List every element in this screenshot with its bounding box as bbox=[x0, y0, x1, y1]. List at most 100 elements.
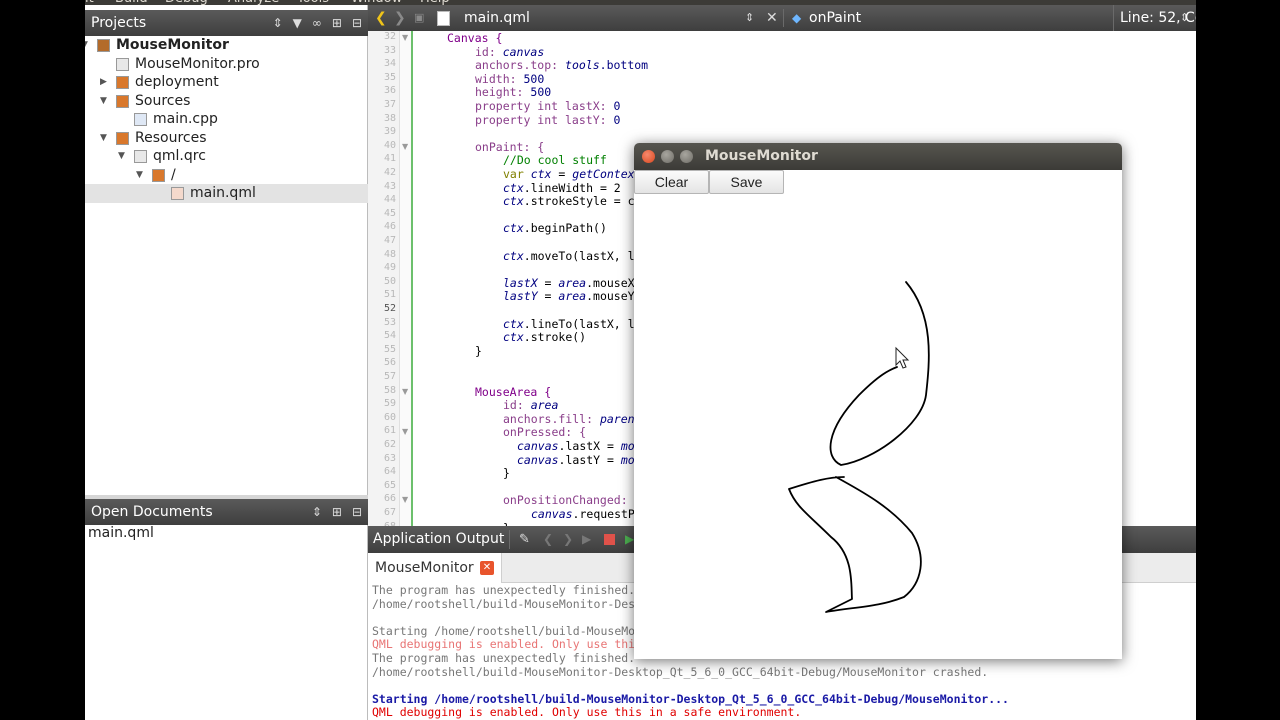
expand-down-icon[interactable]: ▼ bbox=[85, 36, 88, 55]
editor-toolbar: ❮ ❯ ▣ main.qml ⇕ ✕ ◆ onPaint ⇕ bbox=[368, 5, 1196, 31]
left-sidebar: Projects ⇕ ▼ ∞ ⊞ ⊟ ▼ MouseMonitor MouseMon… bbox=[85, 5, 368, 720]
current-file-name[interactable]: main.qml bbox=[464, 5, 530, 31]
current-symbol[interactable]: onPaint bbox=[809, 5, 861, 31]
back-arrow-icon[interactable]: ❮ bbox=[375, 5, 387, 31]
line-number: 40 bbox=[383, 139, 396, 151]
output-line: The program has unexpectedly finished. bbox=[372, 583, 636, 597]
tree-item-label: deployment bbox=[135, 74, 219, 90]
code-token: = bbox=[537, 275, 559, 290]
code-line: onPaint: { bbox=[475, 140, 544, 154]
fold-arrow-icon[interactable]: ▼ bbox=[402, 33, 408, 42]
code-token: area bbox=[530, 398, 559, 413]
run-icon[interactable]: ▶ bbox=[625, 526, 634, 553]
expand-down-icon[interactable]: ▼ bbox=[100, 129, 107, 148]
tree-item[interactable]: main.qml bbox=[85, 184, 368, 203]
code-token: = bbox=[551, 167, 573, 181]
filter-icon[interactable]: ▼ bbox=[293, 10, 302, 36]
code-token: ctx bbox=[503, 330, 524, 345]
line-number: 47 bbox=[383, 235, 396, 246]
cpp-file-icon bbox=[134, 113, 147, 126]
drawing-canvas[interactable] bbox=[634, 195, 1122, 659]
next-item-icon[interactable]: ❯ bbox=[563, 526, 573, 553]
expand-down-icon[interactable]: ▼ bbox=[118, 147, 125, 166]
tree-item[interactable]: ▶ deployment bbox=[85, 73, 368, 92]
previous-item-icon[interactable]: ❮ bbox=[543, 526, 553, 553]
line-number: 50 bbox=[383, 275, 396, 287]
code-token: .beginPath() bbox=[523, 221, 607, 236]
forward-arrow-icon[interactable]: ❯ bbox=[394, 5, 406, 31]
clear-button[interactable]: Clear bbox=[634, 170, 709, 194]
code-token: .strokeStyle = c bbox=[523, 194, 635, 209]
line-number: 54 bbox=[383, 330, 396, 342]
line-number: 58 bbox=[383, 384, 396, 396]
save-button[interactable]: Save bbox=[709, 170, 784, 194]
code-line: canvas.requestP bbox=[531, 507, 635, 521]
app-title-bar[interactable]: MouseMonitor bbox=[634, 143, 1122, 170]
close-file-icon[interactable]: ✕ bbox=[766, 5, 778, 31]
line-number: 49 bbox=[383, 262, 396, 274]
mousemonitor-app-window: MouseMonitor Clear Save bbox=[634, 143, 1122, 659]
mouse-pointer-icon bbox=[895, 346, 910, 369]
tree-item-label: main.cpp bbox=[153, 111, 218, 127]
code-token: mo bbox=[620, 452, 635, 467]
output-tab-label: MouseMonitor bbox=[375, 560, 474, 576]
window-minimize-icon[interactable] bbox=[661, 150, 674, 163]
split-icon[interactable]: ⊞ bbox=[332, 10, 342, 36]
code-token: area bbox=[558, 275, 587, 290]
fold-arrow-icon[interactable]: ▼ bbox=[402, 387, 408, 396]
line-number: 55 bbox=[383, 343, 396, 355]
line-number: 52 bbox=[383, 303, 396, 314]
tree-item[interactable]: ▼ Sources bbox=[85, 92, 368, 111]
close-pane-icon[interactable]: ⊟ bbox=[352, 499, 362, 525]
app-window-title: MouseMonitor bbox=[705, 148, 818, 164]
code-line: var ctx = getContex bbox=[503, 167, 635, 181]
fold-arrow-icon[interactable]: ▼ bbox=[402, 495, 408, 504]
close-icon[interactable]: ✕ bbox=[480, 561, 494, 575]
fold-margin[interactable]: ▼ ▼ ▼ ▼ ▼ bbox=[400, 31, 413, 526]
view-select-icon[interactable]: ⇕ bbox=[312, 499, 322, 525]
stop-icon[interactable] bbox=[604, 534, 615, 545]
code-line: } bbox=[503, 466, 510, 480]
link-icon[interactable]: ∞ bbox=[312, 10, 322, 36]
freehand-stroke bbox=[788, 281, 930, 613]
line-number: 44 bbox=[383, 194, 396, 206]
output-tab-mousemonitor[interactable]: MouseMonitor ✕ bbox=[368, 553, 502, 583]
window-maximize-icon[interactable] bbox=[680, 150, 693, 163]
code-token: canvas bbox=[502, 44, 545, 59]
line-number: 37 bbox=[383, 99, 396, 110]
window-close-icon[interactable] bbox=[642, 150, 655, 163]
code-token: mo bbox=[620, 439, 635, 453]
line-number-gutter: 32 33 34 35 36 37 38 39 40 41 42 43 44 45 46 47 48 49 50 51… bbox=[368, 31, 400, 532]
cursor-position[interactable]: Line: 52, Col: bbox=[1113, 5, 1196, 31]
expand-down-icon[interactable]: ▼ bbox=[100, 92, 107, 111]
line-number: 38 bbox=[383, 112, 396, 124]
fold-arrow-icon[interactable]: ▼ bbox=[402, 427, 408, 436]
code-token: MouseArea { bbox=[475, 384, 552, 399]
tree-item[interactable]: ▼ Resources bbox=[85, 129, 368, 148]
tree-item-label: / bbox=[171, 166, 176, 183]
view-select-icon[interactable]: ⇕ bbox=[273, 10, 283, 36]
code-line: id: canvas bbox=[475, 45, 544, 59]
split-icon[interactable]: ⊞ bbox=[332, 499, 342, 525]
code-token: lastX bbox=[503, 275, 538, 290]
line-number: 32 bbox=[383, 31, 396, 42]
code-token: canvas bbox=[531, 507, 573, 521]
tree-item[interactable]: ▼ qml.qrc bbox=[85, 147, 368, 166]
file-switch-icon[interactable]: ⇕ bbox=[745, 5, 754, 31]
close-pane-icon[interactable]: ⊟ bbox=[352, 10, 362, 36]
code-token: canvas bbox=[517, 439, 559, 453]
line-number: 66 bbox=[383, 493, 396, 505]
code-token: getContex bbox=[572, 167, 635, 181]
tree-item[interactable]: MouseMonitor.pro bbox=[85, 55, 368, 74]
rerun-icon[interactable]: ▶ bbox=[582, 526, 591, 553]
tree-item[interactable]: main.cpp bbox=[85, 110, 368, 129]
clean-output-icon[interactable]: ✎ bbox=[519, 526, 530, 553]
expand-right-icon[interactable]: ▶ bbox=[100, 73, 107, 92]
expand-down-icon[interactable]: ▼ bbox=[136, 166, 143, 185]
fold-arrow-icon[interactable]: ▼ bbox=[402, 142, 408, 151]
tree-item[interactable]: ▼ / bbox=[85, 166, 368, 185]
output-line: Starting /home/rootshell/build-MouseMoni… bbox=[372, 691, 1009, 706]
open-document-item[interactable]: main.qml bbox=[88, 525, 154, 541]
code-line: } bbox=[475, 344, 482, 358]
tree-item[interactable]: ▼ MouseMonitor bbox=[85, 36, 368, 55]
